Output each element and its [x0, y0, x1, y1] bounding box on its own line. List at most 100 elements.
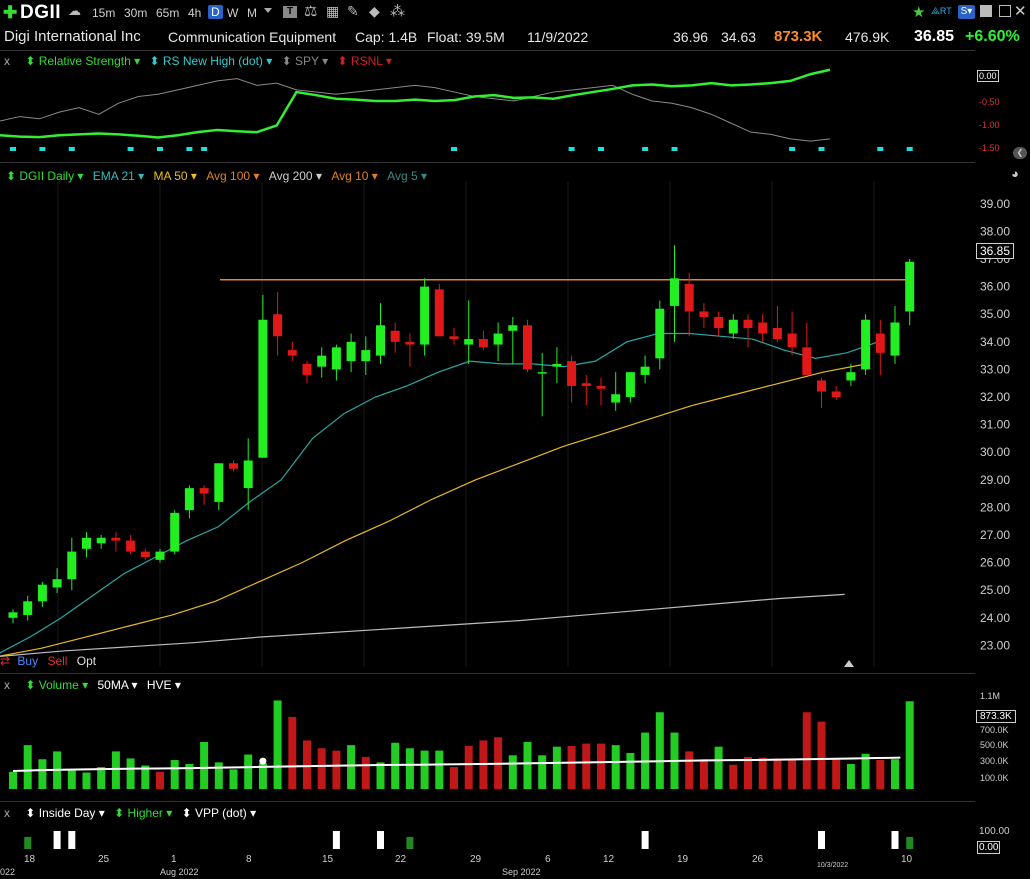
options-button[interactable]: Opt: [77, 654, 96, 668]
candle-body: [640, 366, 650, 375]
alert-bell-icon[interactable]: ☁: [68, 3, 81, 19]
buy-button[interactable]: Buy: [17, 654, 38, 668]
add-symbol-icon[interactable]: ✚: [3, 3, 17, 23]
rs-new-high-dot: [818, 147, 825, 151]
candle-body: [390, 330, 400, 342]
candle-body: [817, 380, 826, 392]
price-tick-label: 30.00: [980, 445, 1010, 459]
timeframe-weekly[interactable]: W: [227, 6, 238, 20]
candle-body: [287, 350, 297, 356]
x-axis: 18 25 1 8 15 22 29 6 12 19 26 10 Aug 2022 Sep 2022 022…: [0, 852, 975, 879]
x-tick-label: 10: [901, 854, 913, 865]
scroll-up-triangle-icon[interactable]: [844, 660, 854, 667]
candle-body: [331, 347, 341, 370]
rs-new-high-dot: [10, 147, 16, 151]
candle-body: [170, 512, 180, 552]
price-tick-label: 36.00: [980, 280, 1010, 294]
volume-bar: [891, 759, 899, 789]
trade-icon[interactable]: ⇄: [0, 654, 10, 668]
candle-body: [581, 383, 591, 386]
signal-tick-100: 100.00: [979, 826, 1010, 837]
star-icon[interactable]: ★: [912, 3, 925, 21]
rs-new-high-dot: [789, 147, 796, 151]
rs-new-high-dot: [642, 147, 649, 151]
volume-bar: [214, 762, 223, 789]
volume-bar: [523, 742, 532, 789]
volume-bar: [832, 759, 841, 789]
sync-icon[interactable]: S▾: [958, 5, 975, 19]
save-icon[interactable]: [980, 5, 992, 17]
volume-bar: [23, 745, 32, 789]
trade-buttons: ⇄ Buy Sell Opt: [0, 654, 96, 668]
sell-button[interactable]: Sell: [47, 654, 67, 668]
volume-bar: [303, 740, 311, 789]
timeframe-daily[interactable]: D: [208, 5, 223, 19]
volume-bar: [156, 771, 164, 789]
candle-body: [258, 319, 268, 458]
chevron-down-icon[interactable]: [264, 8, 272, 13]
candle-body: [140, 551, 150, 558]
timeframe-monthly[interactable]: M: [247, 6, 257, 20]
candle-body: [449, 336, 459, 340]
volume-bar: [170, 760, 179, 789]
candle-body: [523, 325, 532, 370]
inside-day-signal: [332, 831, 340, 849]
timeframe-30m[interactable]: 30m: [124, 6, 147, 20]
price-tick-label: 35.00: [980, 307, 1010, 321]
text-tool-icon[interactable]: T: [283, 6, 297, 18]
share-icon[interactable]: ⁂: [390, 2, 405, 20]
candle-body: [655, 308, 665, 359]
rs-axis: 0.00 -0.50 -1.00 -1.50 ❮: [975, 50, 1030, 162]
volume-bar: [744, 756, 752, 789]
candle-body: [714, 316, 724, 329]
ticker-symbol[interactable]: DGII: [20, 2, 61, 24]
volume-bar: [802, 712, 811, 789]
candle-body: [699, 311, 709, 317]
inside-day-signal: [641, 831, 649, 849]
timeframe-65m[interactable]: 65m: [156, 6, 179, 20]
candle-body: [273, 314, 283, 337]
quote-date: 11/9/2022: [527, 29, 589, 45]
candle-body: [420, 286, 430, 345]
timeframe-15m[interactable]: 15m: [92, 6, 115, 20]
realtime-icon[interactable]: ⟁RT: [931, 6, 952, 17]
rs-tick-0: 0.00: [977, 70, 999, 82]
inside-day-signal: [891, 831, 899, 849]
rs-new-high-dot: [598, 147, 604, 151]
signal-axis: 100.00 0.00: [975, 801, 1030, 861]
volume-bar: [450, 767, 458, 789]
candle-body: [861, 319, 871, 370]
day-high: 36.96: [673, 29, 709, 45]
candle-body: [37, 584, 47, 602]
volume-tick-label: 500.0K: [980, 740, 1009, 750]
last-price: 36.85: [914, 28, 955, 45]
pencil-icon[interactable]: ✎: [347, 3, 359, 20]
price-tick-label: 39.00: [980, 197, 1010, 211]
x-tick-label: 26: [752, 854, 764, 865]
industry: Communication Equipment: [168, 29, 337, 45]
signal-tick-0: 0.00: [977, 841, 1001, 854]
x-tick-label: 6: [545, 854, 551, 865]
candle-body: [890, 322, 900, 356]
candle-body: [611, 394, 621, 403]
avg-volume: 476.9K: [845, 29, 890, 45]
candle-body: [772, 328, 782, 340]
eraser-icon[interactable]: ◆: [369, 3, 380, 20]
restore-window-icon[interactable]: [999, 5, 1011, 17]
rs-tick-3: -1.50: [979, 143, 1000, 153]
volume-bar: [332, 750, 341, 789]
company-name: Digi International Inc: [4, 28, 141, 45]
inside-day-signal: [53, 831, 61, 849]
candle-body: [302, 363, 312, 375]
timeframe-4h[interactable]: 4h: [188, 6, 201, 20]
collapse-pane-icon[interactable]: ❮: [1013, 147, 1027, 159]
volume-chart: 1.1M 700.0K 500.0K 300.0K 100.0K: [9, 691, 1009, 789]
scale-icon[interactable]: ⚖: [304, 2, 317, 20]
x-tick-label: 1: [171, 854, 177, 865]
volume-bar: [508, 755, 517, 789]
volume-bar: [361, 756, 370, 789]
calculator-icon[interactable]: ▦: [326, 3, 339, 20]
volume-bar: [846, 763, 855, 789]
rs-new-high-dot: [568, 147, 575, 151]
window-close-icon[interactable]: ✕: [1014, 2, 1027, 20]
